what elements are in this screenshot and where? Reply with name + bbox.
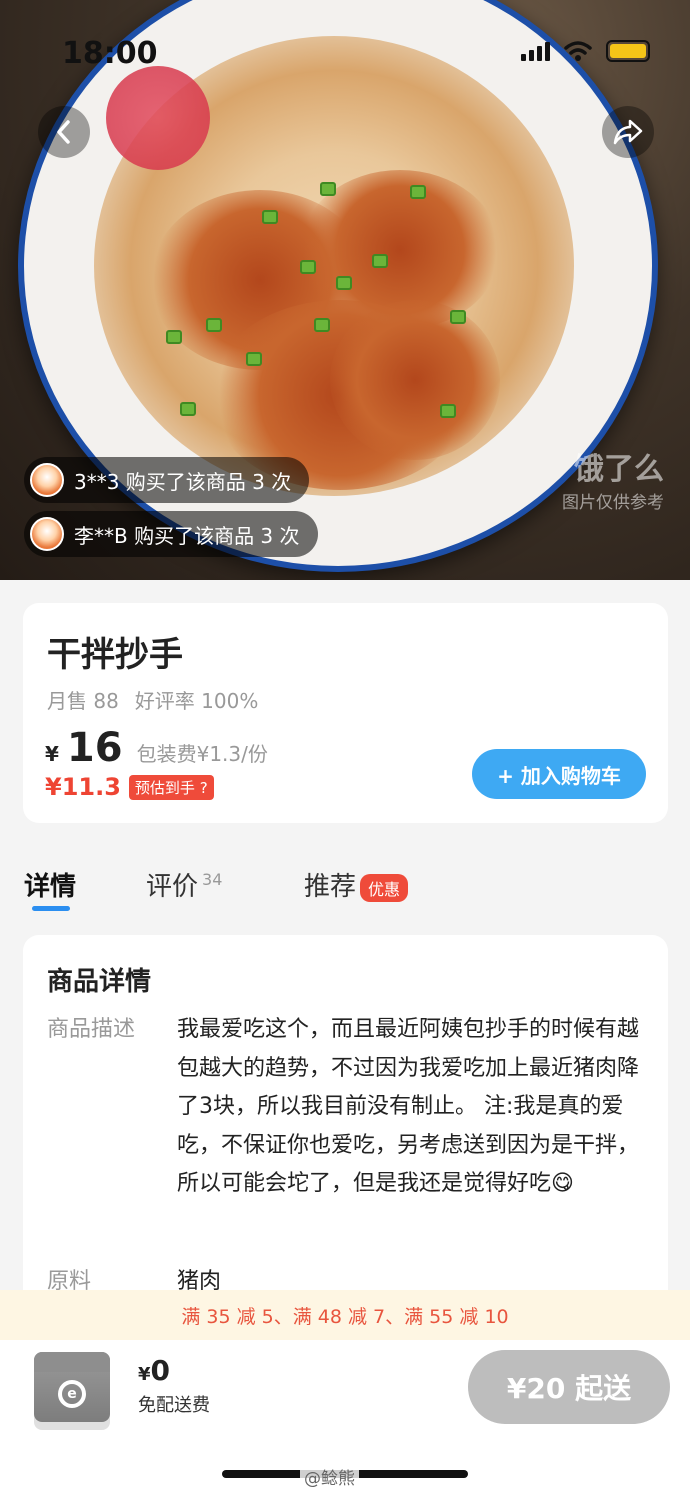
promo-banner: 满 35 减 5、满 48 减 7、满 55 减 10: [0, 1290, 690, 1340]
tab-recommend[interactable]: 推荐 优惠: [304, 866, 409, 903]
tab-recommend-label: 推荐: [304, 872, 357, 902]
buyer-notice-text: 3**3 购买了该商品 3 次: [74, 469, 292, 494]
reviews-count: 34: [202, 870, 223, 890]
add-to-cart-button[interactable]: + 加入购物车: [472, 749, 646, 799]
details-title: 商品详情: [47, 967, 152, 997]
status-icons: [521, 40, 650, 62]
status-time: 18:00: [62, 36, 158, 71]
wifi-icon: [564, 41, 592, 61]
estimated-price-tag[interactable]: 预估到手 ?: [128, 774, 214, 800]
avatar: [30, 463, 64, 497]
battery-icon: [606, 40, 650, 62]
buyer-notice-text: 李**B 购买了该商品 3 次: [74, 523, 300, 548]
description-text: 我最爱吃这个，而且最近阿姨包抄手的时候有越包越大的趋势，不过因为我爱吃加上最近猪…: [177, 1017, 640, 1196]
cart-bar: e ¥0 免配送费 ¥20 起送 @鲶熊: [0, 1340, 690, 1494]
product-image: 18:00 饿了么 图片仅供参考 3**3 购买了该商品 3 次 李**B 购买…: [0, 0, 690, 580]
product-details-card: 商品详情 商品描述 我最爱吃这个，而且最近阿姨包抄手的时候有越包越大的趋势，不过…: [23, 935, 668, 1315]
promo-text: 满 35 减 5、满 48 减 7、满 55 减 10: [181, 1305, 509, 1328]
tab-details[interactable]: 详情: [24, 866, 76, 903]
watermark: 饿了么 图片仅供参考: [562, 444, 664, 513]
min-order-button[interactable]: ¥20 起送: [468, 1350, 670, 1424]
product-info-card: 干拌抄手 月售 88 好评率 100% ¥ 16 包装费¥1.3/份 ¥11.3…: [23, 603, 668, 823]
active-tab-indicator: [32, 906, 70, 911]
delivery-amount: 0: [150, 1354, 171, 1387]
price-row: ¥ 16 包装费¥1.3/份: [45, 725, 268, 771]
watermark-note: 图片仅供参考: [562, 493, 664, 513]
tab-reviews[interactable]: 评价 34: [146, 866, 222, 903]
credit-watermark: @鲶熊: [300, 1464, 359, 1489]
description-label: 商品描述: [47, 1017, 136, 1042]
rating: 好评率 100%: [134, 689, 259, 713]
discount-badge: 优惠: [360, 873, 409, 902]
currency-symbol: ¥: [45, 742, 59, 766]
avatar: [30, 517, 64, 551]
cart-box-icon[interactable]: e: [34, 1352, 110, 1422]
share-button[interactable]: [602, 106, 654, 158]
watermark-brand: 饿了么: [574, 452, 664, 487]
cellular-signal-icon: [521, 41, 550, 61]
delivery-note: 免配送费: [138, 1395, 210, 1416]
share-arrow-icon: [613, 119, 643, 145]
detail-tabs: 详情 评价 34 推荐 优惠: [0, 862, 690, 922]
tab-details-label: 详情: [24, 872, 77, 902]
chevron-left-icon: [57, 120, 70, 144]
currency-symbol: ¥: [138, 1364, 151, 1385]
monthly-sales: 月售 88: [47, 689, 119, 713]
delivery-fee: ¥0 免配送费: [138, 1354, 210, 1417]
description-row: 商品描述 我最爱吃这个，而且最近阿姨包抄手的时候有越包越大的趋势，不过因为我爱吃…: [47, 1011, 647, 1204]
estimated-price-row: ¥11.3 预估到手 ?: [45, 773, 214, 801]
buyer-notice: 3**3 购买了该商品 3 次: [24, 457, 310, 503]
back-button[interactable]: [38, 106, 90, 158]
price: 16: [66, 725, 123, 771]
product-name: 干拌抄手: [47, 635, 183, 675]
tab-reviews-label: 评价: [146, 872, 199, 902]
packaging-fee: 包装费¥1.3/份: [136, 742, 268, 766]
restaurant-seal-logo: [106, 66, 210, 170]
estimated-price: ¥11.3: [45, 773, 121, 801]
product-stats: 月售 88 好评率 100%: [47, 685, 258, 714]
buyer-notice: 李**B 购买了该商品 3 次: [24, 511, 318, 557]
